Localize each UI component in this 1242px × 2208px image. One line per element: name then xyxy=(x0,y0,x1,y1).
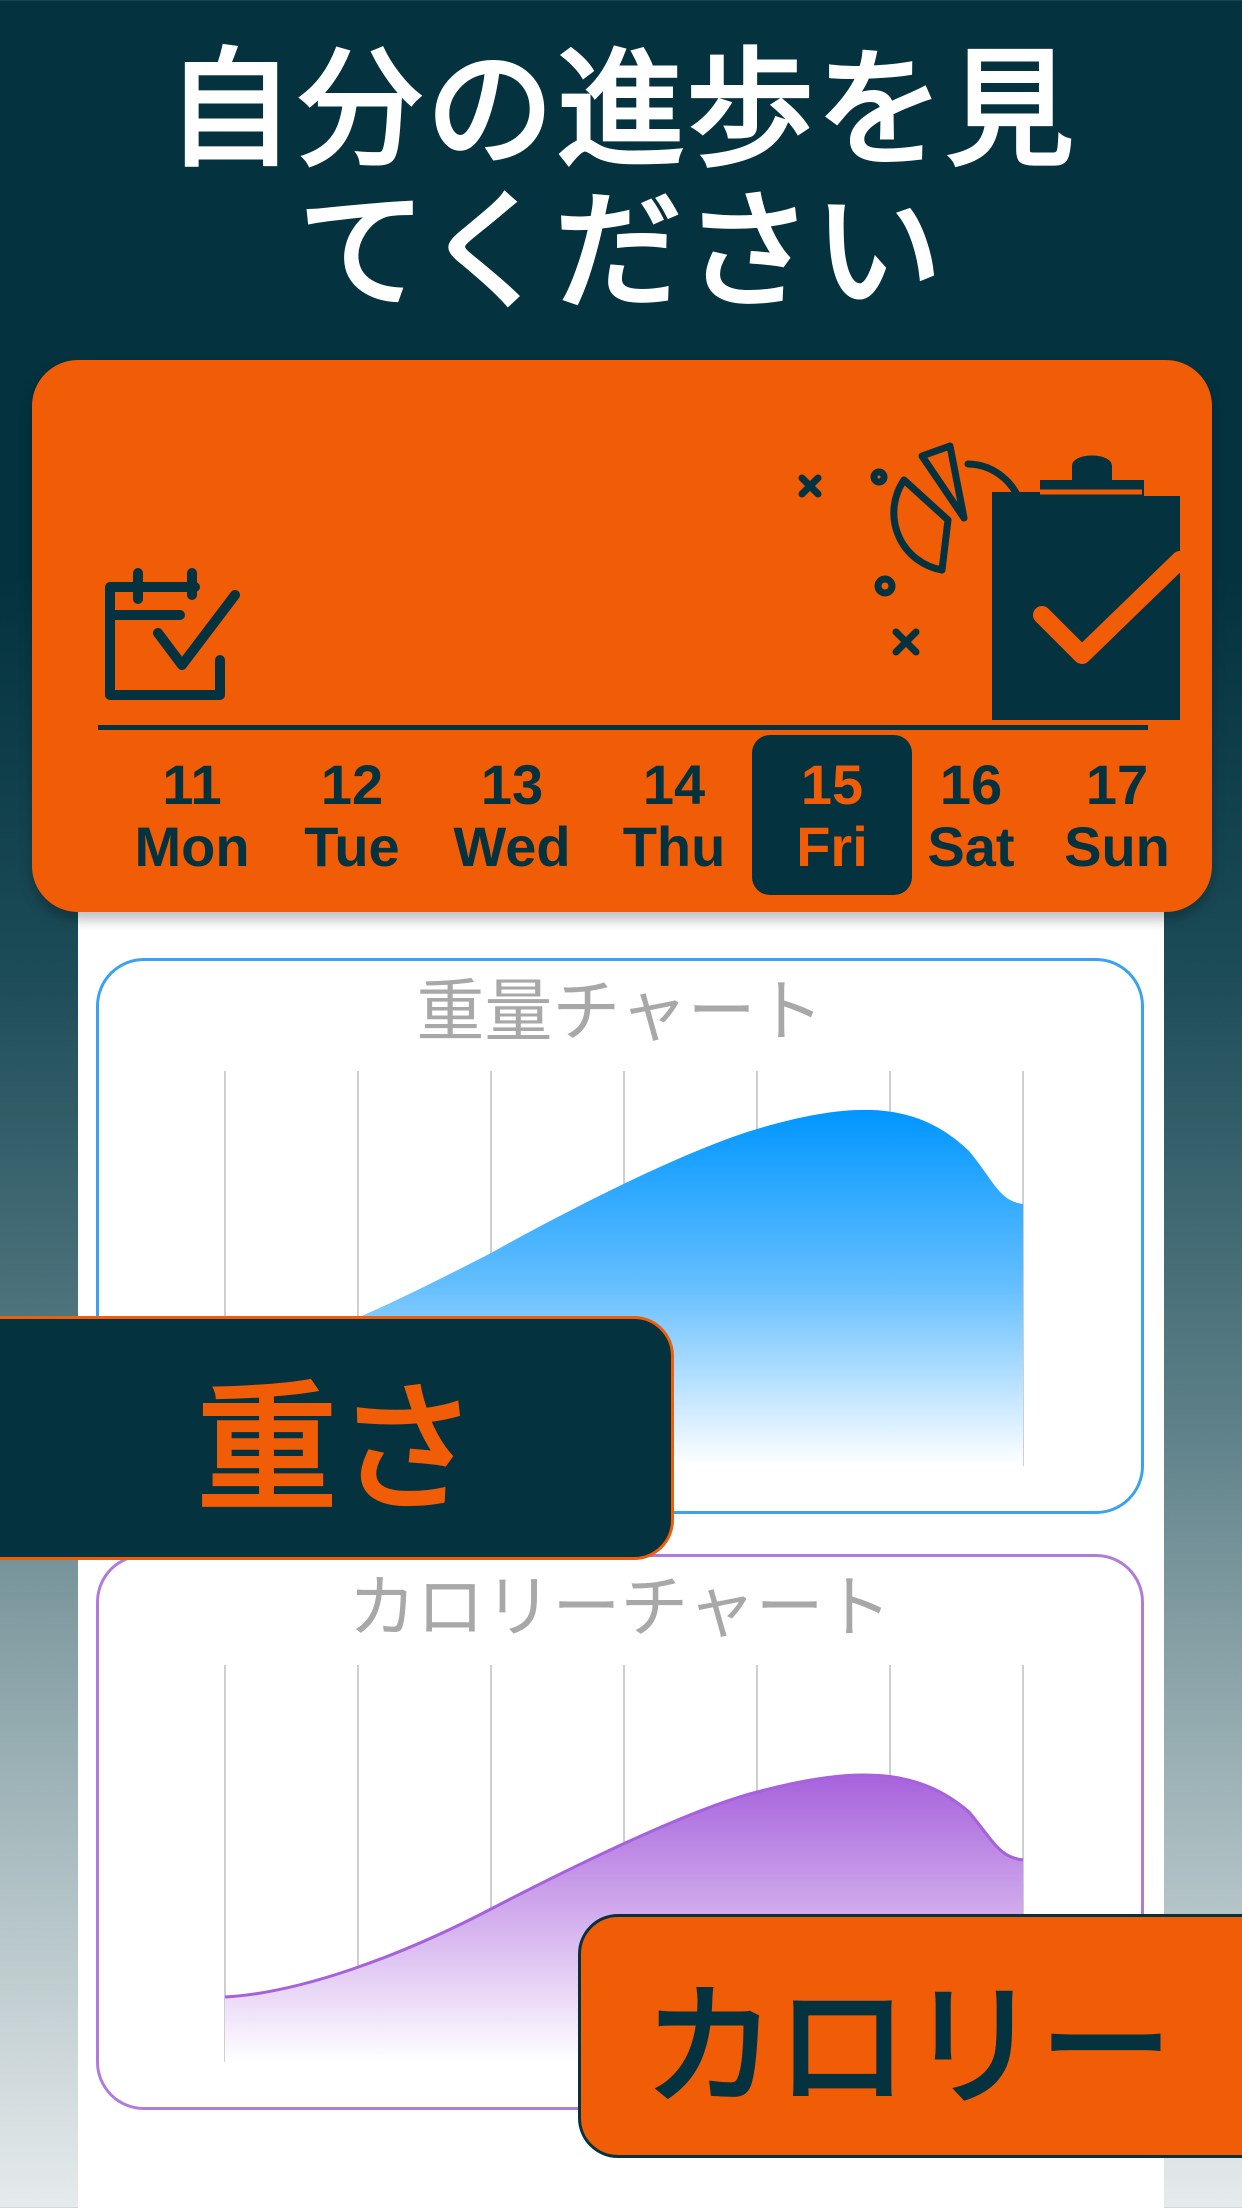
day-number: 12 xyxy=(320,753,384,816)
day-tue[interactable]: 12 Tue xyxy=(272,735,432,895)
day-name: Tue xyxy=(304,815,400,878)
day-fri-selected[interactable]: 15 Fri xyxy=(752,735,912,895)
headline-line-1: 自分の進歩を見 xyxy=(165,36,1076,185)
headline-line-2: てください xyxy=(297,178,945,327)
day-name: Mon xyxy=(134,815,250,878)
calendar-check-icon xyxy=(105,568,240,700)
day-name: Fri xyxy=(796,815,868,878)
weight-label-banner: 重さ xyxy=(0,1316,674,1560)
day-mon[interactable]: 11 Mon xyxy=(112,735,272,895)
day-name: Thu xyxy=(622,815,726,878)
day-number: 14 xyxy=(642,753,706,816)
day-number: 17 xyxy=(1085,753,1149,816)
calorie-label-banner: カロリー xyxy=(578,1914,1242,2158)
day-sat[interactable]: 16 Sat xyxy=(896,735,1046,895)
day-name: Wed xyxy=(453,815,571,878)
day-name: Sat xyxy=(927,815,1015,878)
day-name: Sun xyxy=(1064,815,1170,878)
week-card: 11 Mon 12 Tue 13 Wed 14 Thu 15 Fri 16 Sa… xyxy=(32,360,1212,912)
day-wed[interactable]: 13 Wed xyxy=(432,735,592,895)
clipboard-chart-icon xyxy=(798,442,1189,720)
day-number: 15 xyxy=(800,753,864,816)
day-thu[interactable]: 14 Thu xyxy=(594,735,754,895)
day-number: 16 xyxy=(939,753,1003,816)
day-sun[interactable]: 17 Sun xyxy=(1042,735,1192,895)
week-day-strip: 11 Mon 12 Tue 13 Wed 14 Thu 15 Fri 16 Sa… xyxy=(98,735,1188,895)
day-number: 13 xyxy=(480,753,544,816)
day-number: 11 xyxy=(162,753,222,816)
card-divider xyxy=(98,725,1148,730)
headline: 自分の進歩を見 てください xyxy=(0,40,1242,324)
